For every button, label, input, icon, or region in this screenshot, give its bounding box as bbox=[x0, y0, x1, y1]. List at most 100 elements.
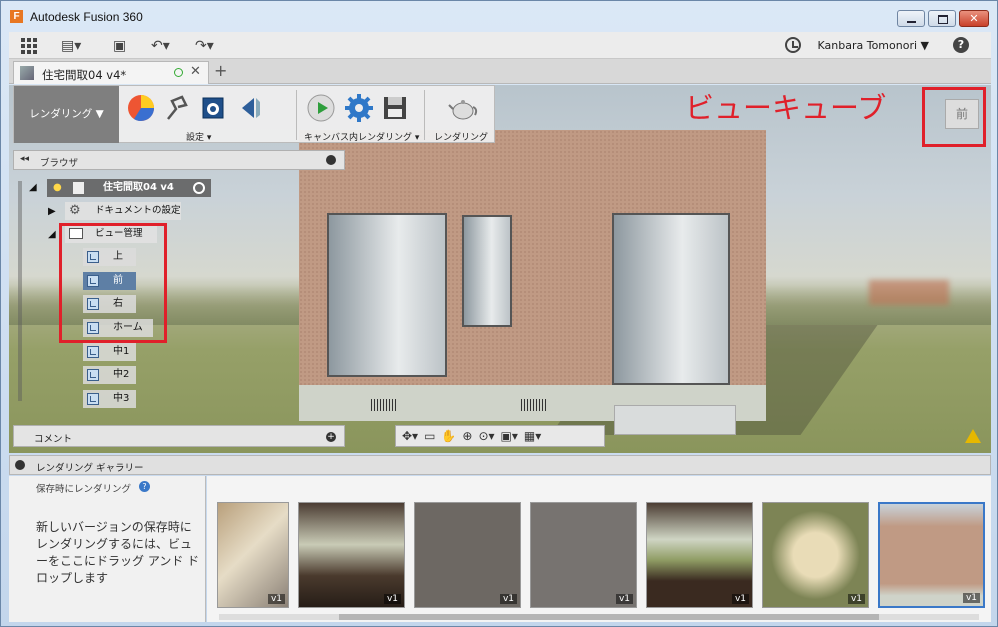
look-at-icon[interactable]: ▭ bbox=[424, 429, 435, 443]
view-manager-expand-icon[interactable]: ◢ bbox=[48, 229, 56, 240]
redo-icon[interactable]: ↷▾ bbox=[195, 38, 214, 54]
app-window: F Autodesk Fusion 360 ✕ ▤▾ ▣ ↶▾ ↷▾ Kanba… bbox=[0, 0, 998, 627]
grid-settings-icon[interactable]: ▦▾ bbox=[524, 429, 541, 443]
window-title: Autodesk Fusion 360 bbox=[30, 10, 143, 24]
undo-icon[interactable]: ↶▾ bbox=[151, 38, 170, 54]
browser-minimize-icon[interactable] bbox=[326, 155, 336, 165]
data-panel-grid-icon[interactable] bbox=[21, 38, 37, 54]
document-settings-label: ドキュメントの設定 bbox=[95, 205, 181, 216]
viewcube-highlight-box bbox=[922, 87, 986, 147]
new-tab-button[interactable]: + bbox=[214, 61, 227, 80]
sync-status-icon bbox=[174, 68, 183, 77]
collapse-browser-icon[interactable]: ◂◂ bbox=[20, 154, 29, 164]
title-bar: F Autodesk Fusion 360 ✕ bbox=[1, 1, 997, 31]
workspace-switcher[interactable]: レンダリング ▼ bbox=[14, 86, 119, 143]
window-controls: ✕ bbox=[897, 10, 989, 27]
scene-settings-icon[interactable] bbox=[162, 93, 192, 123]
render-gallery-header[interactable]: レンダリング ギャラリー bbox=[9, 455, 991, 475]
zoom-icon[interactable]: ⊕ bbox=[462, 429, 472, 443]
window-opening-middle bbox=[462, 215, 512, 327]
comments-label: コメント bbox=[34, 434, 73, 445]
render-settings-gear-icon[interactable] bbox=[344, 93, 374, 123]
texture-map-icon[interactable] bbox=[198, 93, 228, 123]
save-icon[interactable]: ▣ bbox=[113, 38, 126, 54]
gallery-thumbnail[interactable]: v1 bbox=[414, 502, 521, 608]
maximize-button[interactable] bbox=[928, 10, 956, 27]
named-view-icon bbox=[87, 393, 99, 405]
in-canvas-render-play-icon[interactable] bbox=[306, 93, 336, 123]
named-view-icon bbox=[87, 346, 99, 358]
render-group-label[interactable]: レンダリング bbox=[434, 130, 488, 143]
gallery-thumbnail[interactable]: v1 bbox=[762, 502, 869, 608]
ribbon-separator bbox=[424, 90, 425, 140]
decal-icon[interactable] bbox=[234, 93, 264, 123]
gallery-thumbnail[interactable]: v1 bbox=[530, 502, 637, 608]
gallery-thumbnail[interactable]: v1 bbox=[646, 502, 753, 608]
appearance-icon[interactable] bbox=[126, 93, 156, 123]
component-icon bbox=[73, 182, 84, 194]
file-menu-icon[interactable]: ▤▾ bbox=[61, 38, 81, 54]
navigation-bar: ✥▾ ▭ ✋ ⊕ ⊙▾ ▣▾ ▦▾ bbox=[395, 425, 605, 447]
help-icon[interactable]: ? bbox=[139, 481, 150, 492]
gallery-scrollbar[interactable] bbox=[219, 614, 979, 620]
browser-document-settings[interactable]: ⚙ ドキュメントの設定 bbox=[65, 202, 181, 220]
foundation-vent bbox=[521, 399, 547, 411]
browser-title: ブラウザ bbox=[40, 158, 79, 169]
door-opening bbox=[612, 213, 730, 385]
browser-scroll-track[interactable] bbox=[18, 181, 22, 401]
entrance-step bbox=[614, 405, 736, 435]
background-roof bbox=[869, 280, 949, 305]
browser-panel-header[interactable]: ◂◂ ブラウザ bbox=[13, 150, 345, 170]
render-gallery-thumbnails: v1 v1 v1 v1 v1 v1 v1 bbox=[207, 476, 991, 622]
doc-settings-expand-icon[interactable]: ▶ bbox=[48, 206, 56, 217]
gallery-thumbnail[interactable]: v1 bbox=[217, 502, 289, 608]
capture-image-icon[interactable] bbox=[380, 93, 410, 123]
gallery-thumbnail[interactable]: v1 bbox=[298, 502, 405, 608]
ribbon-separator bbox=[296, 90, 297, 140]
drop-instructions: 新しいバージョンの保存時にレンダリングするには、ビューをここにドラッグ アンド … bbox=[36, 520, 200, 585]
user-account-menu[interactable]: Kanbara Tomonori ▼ bbox=[818, 39, 929, 52]
minimize-button[interactable] bbox=[897, 10, 925, 27]
render-gallery-title: レンダリング ギャラリー bbox=[36, 463, 144, 474]
lightbulb-icon[interactable]: ● bbox=[53, 179, 62, 197]
root-expand-icon[interactable]: ◢ bbox=[29, 182, 37, 193]
viewport-canvas[interactable]: レンダリング ▼ 設定 ▾ キャンバス内レンダリング ▾ レンダリング ◂◂ ブ… bbox=[9, 85, 991, 453]
annotation-highlight-box bbox=[59, 223, 167, 343]
gear-icon: ⚙ bbox=[69, 203, 81, 218]
display-settings-icon[interactable]: ▣▾ bbox=[501, 429, 518, 443]
document-tab-label: 住宅間取04 v4* bbox=[42, 68, 127, 82]
in-canvas-render-group-label[interactable]: キャンバス内レンダリング ▾ bbox=[304, 130, 419, 143]
render-on-save-label: 保存時にレンダリング bbox=[36, 484, 132, 495]
foundation-vent bbox=[371, 399, 397, 411]
window-opening-left bbox=[327, 213, 447, 377]
close-button[interactable]: ✕ bbox=[959, 10, 989, 27]
named-view-mid3[interactable]: 中3 bbox=[83, 390, 136, 408]
gallery-collapse-icon[interactable] bbox=[15, 460, 25, 470]
setup-group-label[interactable]: 設定 ▾ bbox=[186, 130, 211, 143]
named-view-mid1[interactable]: 中1 bbox=[83, 343, 136, 361]
gallery-thumbnail-selected[interactable]: v1 bbox=[878, 502, 985, 608]
named-view-icon bbox=[87, 369, 99, 381]
render-teapot-icon[interactable] bbox=[448, 93, 478, 123]
browser-root-node[interactable]: ● 住宅間取04 v4 bbox=[47, 179, 211, 197]
quick-access-toolbar: ▤▾ ▣ ↶▾ ↷▾ Kanbara Tomonori ▼ ? bbox=[9, 32, 991, 59]
fit-icon[interactable]: ⊙▾ bbox=[478, 429, 494, 443]
orbit-icon[interactable]: ✥▾ bbox=[402, 429, 418, 443]
document-cube-icon bbox=[20, 66, 34, 80]
root-node-label: 住宅間取04 v4 bbox=[103, 182, 174, 193]
help-icon[interactable]: ? bbox=[953, 37, 969, 53]
document-tab[interactable]: 住宅間取04 v4* ✕ bbox=[13, 61, 209, 84]
fusion-logo-icon: F bbox=[10, 10, 23, 23]
job-status-clock-icon[interactable] bbox=[785, 37, 801, 53]
activate-radio-icon[interactable] bbox=[193, 182, 205, 194]
document-tab-bar: 住宅間取04 v4* ✕ + bbox=[9, 59, 991, 84]
viewcube-annotation-label: ビューキューブ bbox=[685, 91, 887, 125]
warning-icon[interactable] bbox=[965, 429, 981, 443]
named-view-mid2[interactable]: 中2 bbox=[83, 366, 136, 384]
toolbar-ribbon: レンダリング ▼ 設定 ▾ キャンバス内レンダリング ▾ レンダリング bbox=[13, 85, 495, 143]
pan-icon[interactable]: ✋ bbox=[441, 429, 456, 443]
add-comment-icon[interactable]: + bbox=[326, 432, 336, 442]
close-tab-icon[interactable]: ✕ bbox=[190, 64, 201, 79]
comments-panel-header[interactable]: コメント + bbox=[13, 425, 345, 447]
gallery-scroll-thumb[interactable] bbox=[339, 614, 879, 620]
